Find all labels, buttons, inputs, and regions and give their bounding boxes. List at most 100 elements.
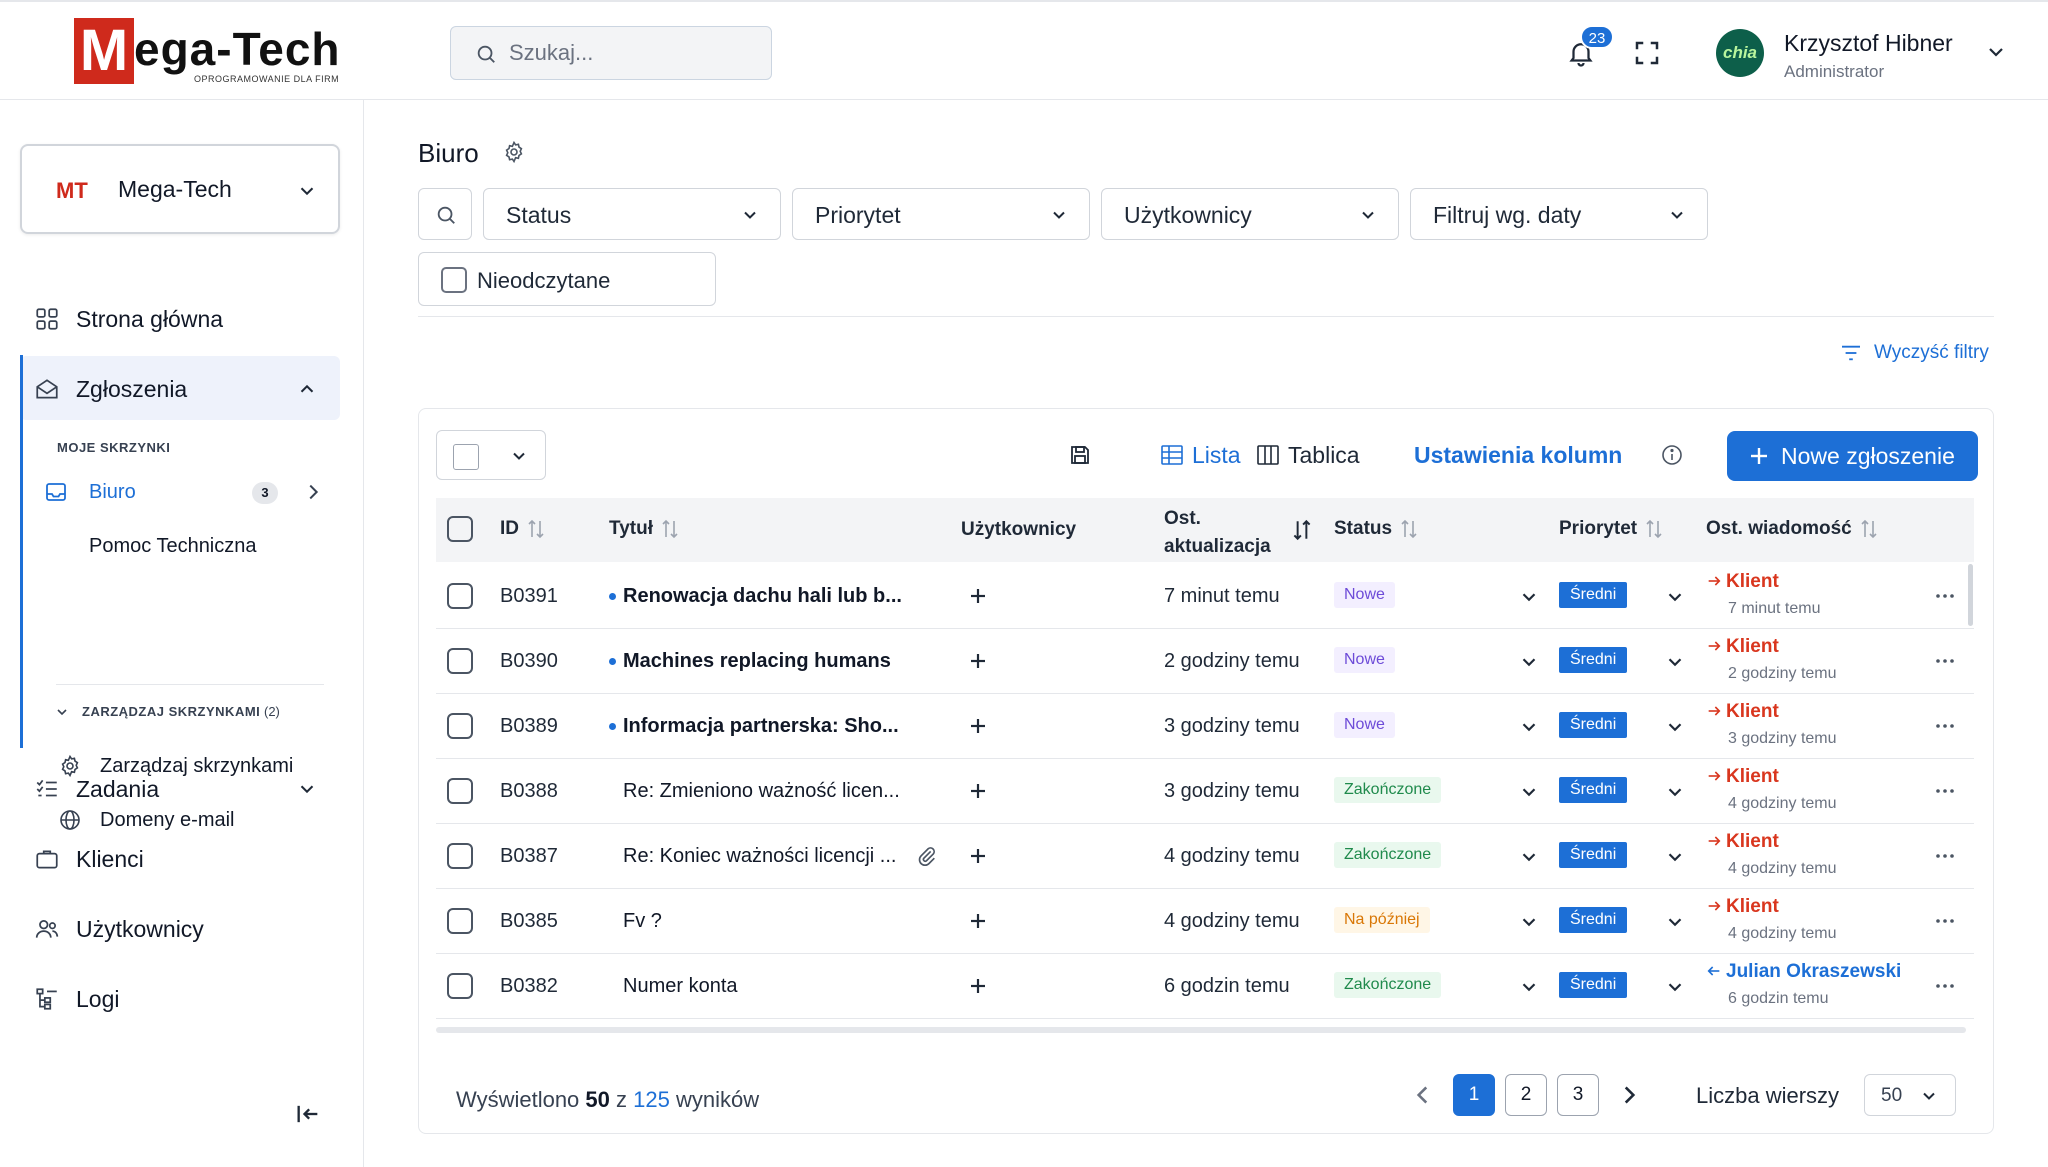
table-row[interactable]: B0391 Renowacja dachu hali lub b... 7 minu… xyxy=(436,564,1974,629)
more-options-icon[interactable] xyxy=(1932,973,1958,999)
rows-per-page-select[interactable]: 50 xyxy=(1864,1074,1956,1116)
ticket-title[interactable]: Informacja partnerska: Sho... xyxy=(623,715,899,738)
page-button-2[interactable]: 2 xyxy=(1505,1074,1547,1116)
column-header-status[interactable]: Status xyxy=(1334,518,1418,540)
sidebar-item-home[interactable]: Strona główna xyxy=(20,286,340,350)
column-header-last-message[interactable]: Ost. wiadomość xyxy=(1706,518,1878,540)
bulk-select-dropdown[interactable] xyxy=(436,430,546,480)
row-checkbox[interactable] xyxy=(447,908,473,934)
add-user-icon[interactable] xyxy=(966,714,990,738)
chevron-down-icon[interactable] xyxy=(1518,586,1540,608)
ticket-title[interactable]: Machines replacing humans xyxy=(623,650,891,673)
row-checkbox[interactable] xyxy=(447,778,473,804)
column-header-updated[interactable]: Ost. aktualizacja xyxy=(1164,505,1271,561)
table-row[interactable]: B0390 Machines replacing humans 2 godziny … xyxy=(436,629,1974,694)
search-input[interactable] xyxy=(509,37,759,69)
add-user-icon[interactable] xyxy=(966,584,990,608)
ticket-title[interactable]: Renowacja dachu hali lub b... xyxy=(623,585,902,608)
more-options-icon[interactable] xyxy=(1932,583,1958,609)
collapse-sidebar-icon[interactable] xyxy=(294,1100,322,1128)
unread-checkbox[interactable] xyxy=(441,267,467,293)
column-header-id[interactable]: ID xyxy=(500,518,545,540)
ticket-title[interactable]: Re: Koniec ważności licencji ... xyxy=(623,845,896,868)
add-user-icon[interactable] xyxy=(966,974,990,998)
row-checkbox[interactable] xyxy=(447,713,473,739)
more-options-icon[interactable] xyxy=(1932,713,1958,739)
chevron-down-icon[interactable] xyxy=(1518,911,1540,933)
priority-filter[interactable]: Priorytet xyxy=(792,188,1090,240)
column-header-title[interactable]: Tytuł xyxy=(609,518,679,540)
company-logo[interactable]: M ega-Tech OPROGRAMOWANIE DLA FIRM xyxy=(74,18,354,88)
global-search[interactable] xyxy=(450,26,772,80)
sidebar-item-clients[interactable]: Klienci xyxy=(20,826,340,890)
sidebar-item-tasks[interactable]: Zadania xyxy=(20,756,340,820)
add-user-icon[interactable] xyxy=(966,909,990,933)
chevron-down-icon[interactable] xyxy=(1664,846,1686,868)
view-board-button[interactable]: Tablica xyxy=(1256,440,1386,470)
chevron-down-icon[interactable] xyxy=(1664,651,1686,673)
fullscreen-icon[interactable] xyxy=(1632,38,1662,68)
info-icon[interactable] xyxy=(1660,443,1684,467)
row-checkbox[interactable] xyxy=(447,843,473,869)
table-row[interactable]: B0388 Re: Zmieniono ważność licen... 3 god… xyxy=(436,759,1974,824)
chevron-down-icon[interactable] xyxy=(1664,911,1686,933)
clear-filters-link[interactable]: Wyczyść filtry xyxy=(1840,340,1996,368)
ticket-title[interactable]: Fv ? xyxy=(623,910,662,933)
chevron-down-icon[interactable] xyxy=(1664,586,1686,608)
view-list-button[interactable]: Lista xyxy=(1160,440,1260,470)
page-button-3[interactable]: 3 xyxy=(1557,1074,1599,1116)
table-row[interactable]: B0389 Informacja partnerska: Sho... 3 godz… xyxy=(436,694,1974,759)
filter-search-button[interactable] xyxy=(418,188,472,240)
page-button-1[interactable]: 1 xyxy=(1453,1074,1495,1116)
select-all-checkbox[interactable] xyxy=(453,444,479,470)
date-filter[interactable]: Filtruj wg. daty xyxy=(1410,188,1708,240)
column-header-priority[interactable]: Priorytet xyxy=(1559,518,1663,540)
chevron-down-icon[interactable] xyxy=(1984,40,2008,64)
sidebar-item-logs[interactable]: Logi xyxy=(20,966,340,1030)
chevron-down-icon[interactable] xyxy=(1518,651,1540,673)
add-user-icon[interactable] xyxy=(966,779,990,803)
status-filter[interactable]: Status xyxy=(483,188,781,240)
ticket-title[interactable]: Re: Zmieniono ważność licen... xyxy=(623,780,900,803)
sidebar-item-tickets[interactable]: Zgłoszenia xyxy=(20,356,340,420)
organization-select[interactable]: MT Mega-Tech xyxy=(20,144,340,234)
chevron-down-icon[interactable] xyxy=(1664,716,1686,738)
row-checkbox[interactable] xyxy=(447,648,473,674)
sidebar-item-tech-support[interactable]: Pomoc Techniczna xyxy=(40,524,330,568)
vertical-scrollbar[interactable] xyxy=(1968,564,1973,626)
chevron-down-icon[interactable] xyxy=(1664,976,1686,998)
table-row[interactable]: B0387 Re: Koniec ważności licencji ... 4 g… xyxy=(436,824,1974,889)
table-row[interactable]: B0382 Numer konta 6 godzin temu Zakończone Ś… xyxy=(436,954,1974,1019)
chevron-down-icon[interactable] xyxy=(1664,781,1686,803)
row-checkbox[interactable] xyxy=(447,583,473,609)
new-ticket-button[interactable]: Nowe zgłoszenie xyxy=(1727,431,1978,481)
horizontal-scrollbar[interactable] xyxy=(436,1027,1966,1033)
sort-active-icon[interactable] xyxy=(1292,518,1312,542)
chevron-down-icon[interactable] xyxy=(1518,846,1540,868)
select-all-rows-checkbox[interactable] xyxy=(447,516,473,542)
table-row[interactable]: B0385 Fv ? 4 godziny temu Na później Średni K… xyxy=(436,889,1974,954)
chevron-right-icon[interactable] xyxy=(302,480,324,504)
more-options-icon[interactable] xyxy=(1932,648,1958,674)
manage-boxes-toggle[interactable]: ZARZĄDZAJ SKRZYNKAMI (2) xyxy=(54,700,314,724)
sidebar-item-biuro[interactable]: Biuro 3 xyxy=(40,470,330,514)
users-filter[interactable]: Użytkownicy xyxy=(1101,188,1399,240)
chevron-down-icon[interactable] xyxy=(1518,716,1540,738)
chevron-right-icon[interactable] xyxy=(1616,1082,1642,1108)
more-options-icon[interactable] xyxy=(1932,778,1958,804)
chevron-left-icon[interactable] xyxy=(1410,1082,1436,1108)
sidebar-item-users[interactable]: Użytkownicy xyxy=(20,896,340,960)
add-user-icon[interactable] xyxy=(966,844,990,868)
chevron-down-icon[interactable] xyxy=(1518,781,1540,803)
more-options-icon[interactable] xyxy=(1932,843,1958,869)
unread-filter[interactable]: Nieodczytane xyxy=(418,252,716,306)
add-user-icon[interactable] xyxy=(966,649,990,673)
save-icon[interactable] xyxy=(1068,443,1092,467)
column-settings-link[interactable]: Ustawienia kolumn xyxy=(1414,442,1622,469)
row-checkbox[interactable] xyxy=(447,973,473,999)
chevron-down-icon[interactable] xyxy=(1518,976,1540,998)
gear-icon[interactable] xyxy=(502,140,526,164)
avatar[interactable]: chia xyxy=(1716,29,1764,77)
more-options-icon[interactable] xyxy=(1932,908,1958,934)
ticket-title[interactable]: Numer konta xyxy=(623,975,738,998)
